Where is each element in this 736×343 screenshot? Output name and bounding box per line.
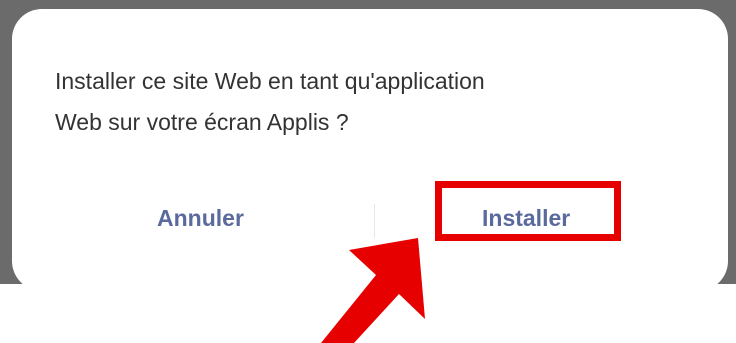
dialog-message: Installer ce site Web en tant qu'applica… xyxy=(55,61,695,143)
dialog-message-line-1: Installer ce site Web en tant qu'applica… xyxy=(55,68,485,94)
install-button-highlight xyxy=(435,181,621,241)
dialog-message-line-2: Web sur votre écran Applis ? xyxy=(55,109,349,135)
button-divider xyxy=(374,204,375,238)
install-web-app-dialog: Installer ce site Web en tant qu'applica… xyxy=(12,9,728,291)
cancel-button[interactable]: Annuler xyxy=(157,198,244,238)
